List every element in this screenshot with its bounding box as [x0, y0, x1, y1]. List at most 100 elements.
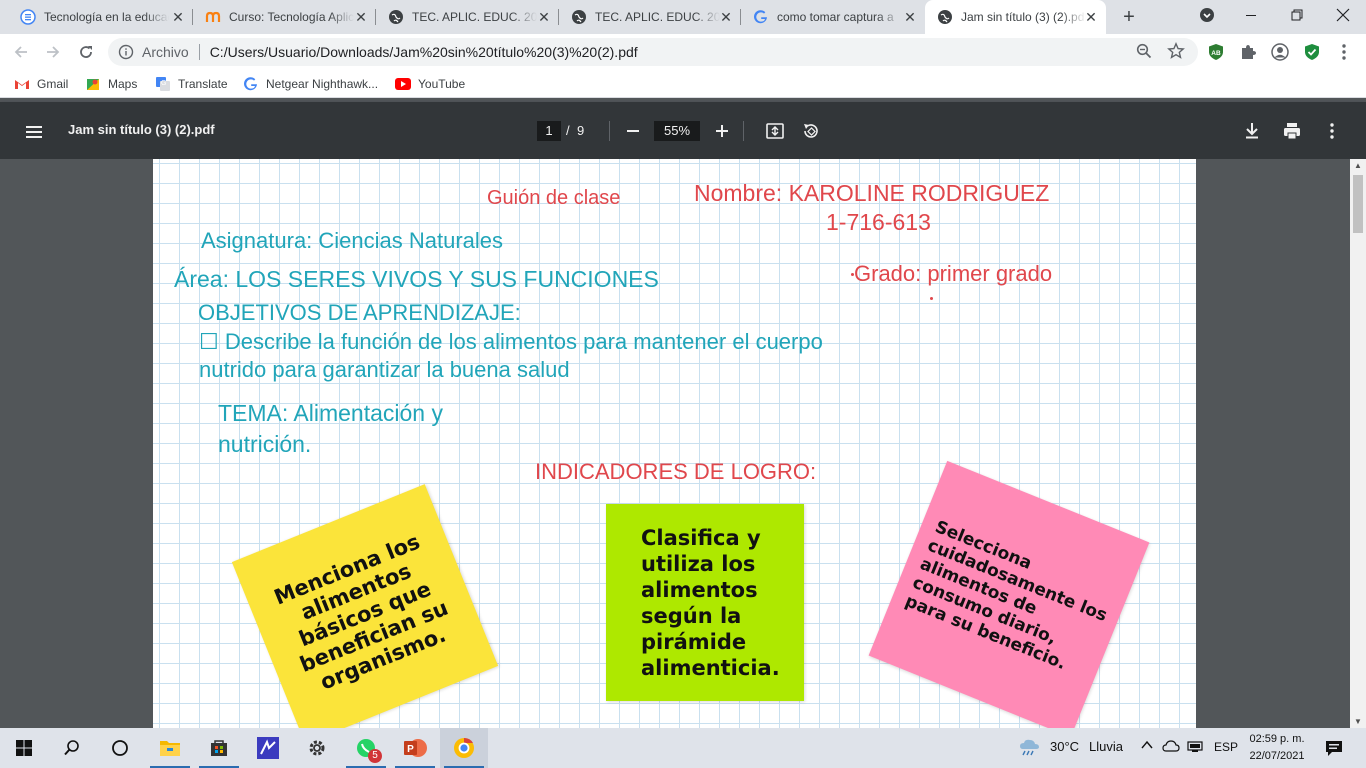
address-bar[interactable]: Archivo C:/Users/Usuario/Downloads/Jam%2…	[108, 38, 1198, 66]
close-window-button[interactable]	[1320, 0, 1366, 30]
arrow-right-icon	[47, 46, 60, 58]
browser-menu-button[interactable]	[1334, 42, 1354, 62]
tab-tec-aplic-1[interactable]: TEC. APLIC. EDUC. 2021 ✕	[376, 0, 559, 34]
scrollbar-thumb[interactable]	[1353, 175, 1363, 233]
app-button[interactable]	[244, 728, 292, 768]
minimize-icon	[1246, 15, 1256, 16]
url-text[interactable]: C:/Users/Usuario/Downloads/Jam%20sin%20t…	[210, 44, 638, 60]
weather-temp[interactable]: 30°C	[1050, 739, 1079, 754]
security-extension-button[interactable]	[1302, 42, 1322, 62]
note-line: pirámide	[641, 629, 747, 654]
pdf-toolbar: Jam sin título (3) (2).pdf 1 / 9 55%	[0, 102, 1366, 159]
note-line: Clasifica y	[641, 525, 761, 550]
powerpoint-icon: P	[404, 739, 427, 757]
restore-button[interactable]	[1274, 0, 1320, 30]
close-tab-icon[interactable]: ✕	[903, 10, 917, 24]
bookmark-netgear[interactable]: Netgear Nighthawk...	[243, 75, 378, 93]
info-icon[interactable]	[118, 44, 134, 60]
tema-line-2: nutrición.	[218, 431, 312, 457]
new-tab-button[interactable]: +	[1119, 7, 1139, 27]
fit-page-button[interactable]	[763, 119, 787, 143]
tab-pdf-active[interactable]: Jam sin título (3) (2).pdf ✕	[925, 0, 1106, 34]
tab-tecnologia[interactable]: Tecnología en la educación ✕	[8, 0, 193, 34]
reload-button[interactable]	[74, 40, 98, 64]
tab-tec-aplic-2[interactable]: TEC. APLIC. EDUC. 2021 ✕	[559, 0, 741, 34]
bookmark-star-button[interactable]	[1165, 40, 1187, 62]
svg-text:G: G	[161, 80, 166, 87]
profile-button[interactable]	[1270, 42, 1290, 62]
bookmark-label: Translate	[178, 77, 228, 91]
powerpoint-button[interactable]: P	[391, 728, 439, 768]
tab-curso[interactable]: Curso: Tecnología Aplicada ✕	[193, 0, 376, 34]
page-number-input[interactable]: 1	[537, 121, 561, 141]
pdf-more-button[interactable]	[1320, 119, 1344, 143]
adblock-shield-icon: AB	[1209, 44, 1223, 60]
document-list-icon	[20, 9, 36, 25]
globe-icon	[388, 9, 404, 25]
back-button[interactable]	[9, 40, 33, 64]
kebab-menu-icon	[1330, 123, 1334, 139]
weather-rain-icon[interactable]	[1018, 738, 1042, 758]
close-tab-icon[interactable]: ✕	[171, 10, 185, 24]
zoom-out-button[interactable]	[621, 119, 645, 143]
input-language[interactable]: ESP	[1214, 740, 1238, 754]
onedrive-button[interactable]	[1162, 739, 1180, 756]
rotate-button[interactable]	[799, 119, 823, 143]
chrome-button[interactable]	[440, 728, 488, 768]
network-button[interactable]	[1186, 739, 1204, 756]
bookmark-gmail[interactable]: Gmail	[14, 75, 68, 93]
windows-logo-icon	[16, 740, 32, 756]
close-tab-icon[interactable]: ✕	[354, 10, 368, 24]
extensions-button[interactable]	[1238, 42, 1258, 62]
tab-search-button[interactable]	[1184, 0, 1230, 30]
print-button[interactable]	[1280, 119, 1304, 143]
close-tab-icon[interactable]: ✕	[1084, 10, 1098, 24]
system-clock[interactable]: 02:59 p. m. 22/07/2021	[1242, 731, 1312, 765]
action-center-button[interactable]	[1324, 738, 1344, 761]
download-icon	[1246, 123, 1258, 139]
chevron-down-icon	[1200, 8, 1214, 22]
cortana-button[interactable]	[96, 728, 144, 768]
bookmark-translate[interactable]: G Translate	[155, 75, 228, 93]
chrome-icon	[454, 737, 474, 758]
start-button[interactable]	[0, 728, 48, 768]
zoom-out-magnifier-icon	[1136, 43, 1152, 59]
whatsapp-button[interactable]: 5	[342, 728, 390, 768]
pdf-menu-button[interactable]	[22, 120, 46, 144]
scroll-down-arrow-icon[interactable]: ▼	[1354, 717, 1362, 726]
pdf-viewer[interactable]: Guión de clase Nombre: KAROLINE RODRIGUE…	[0, 159, 1366, 728]
tab-google-search[interactable]: como tomar captura a ✕	[741, 0, 925, 34]
area-text: Área: LOS SERES VIVOS Y SUS FUNCIONES	[174, 266, 659, 292]
bookmark-maps[interactable]: Maps	[85, 75, 137, 93]
sticky-note-selecciona: Selecciona cuidadosamente los alimentos …	[868, 460, 1150, 728]
weather-desc[interactable]: Lluvia	[1089, 739, 1123, 754]
shield-check-icon	[1305, 44, 1319, 60]
zoom-in-button[interactable]	[710, 119, 734, 143]
notification-center-icon	[1326, 741, 1342, 756]
pdf-scrollbar[interactable]: ▲ ▼	[1350, 159, 1366, 728]
forward-button[interactable]	[41, 40, 65, 64]
bookmark-youtube[interactable]: YouTube	[395, 75, 465, 93]
adblock-extension-button[interactable]: AB	[1206, 42, 1226, 62]
network-icon	[1187, 741, 1203, 752]
note-line: según la	[641, 603, 742, 628]
store-button[interactable]	[195, 728, 243, 768]
maps-icon	[85, 76, 101, 92]
gmail-icon	[14, 76, 30, 92]
download-button[interactable]	[1240, 119, 1264, 143]
file-explorer-button[interactable]	[146, 728, 194, 768]
puzzle-icon	[1242, 45, 1256, 59]
search-button[interactable]	[48, 728, 96, 768]
show-hidden-icons-button[interactable]	[1140, 738, 1154, 755]
tab-title: Jam sin título (3) (2).pdf	[961, 10, 1086, 24]
zoom-indicator-button[interactable]	[1133, 40, 1155, 62]
zoom-level-input[interactable]: 55%	[654, 121, 700, 141]
globe-icon	[937, 9, 953, 25]
close-tab-icon[interactable]: ✕	[719, 10, 733, 24]
settings-button[interactable]	[293, 728, 341, 768]
reload-icon	[80, 46, 92, 58]
close-tab-icon[interactable]: ✕	[537, 10, 551, 24]
minimize-button[interactable]	[1228, 0, 1274, 30]
scroll-up-arrow-icon[interactable]: ▲	[1354, 161, 1362, 170]
fit-to-page-icon	[766, 123, 784, 139]
